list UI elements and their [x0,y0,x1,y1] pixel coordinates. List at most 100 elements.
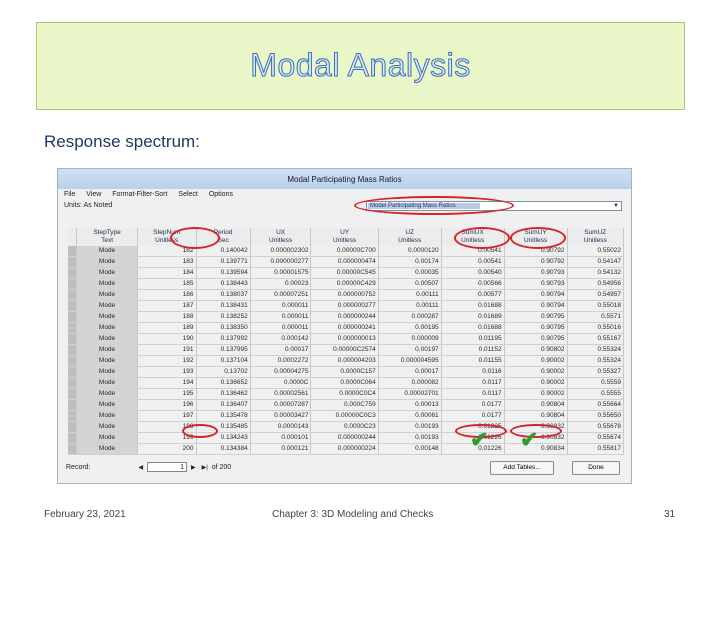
table-cell[interactable]: 0.0000C064 [310,377,379,389]
column-header-sumuz[interactable]: SumUZ Unitless [567,228,625,246]
table-cell[interactable]: 0.55324 [567,355,625,367]
menu-file[interactable]: File [64,191,75,198]
table-cell[interactable]: 0.000004203 [310,355,379,367]
table-cell[interactable]: 0.000002302 [250,246,312,257]
table-cell[interactable]: 0.139771 [196,256,251,268]
table-cell[interactable]: 0.00566 [441,278,505,290]
table-cell[interactable]: 0.0177 [441,410,505,422]
table-cell[interactable]: 0.54956 [567,278,625,290]
row-selector[interactable] [68,289,78,301]
table-cell[interactable]: 0.90792 [504,256,568,268]
table-cell[interactable]: 0.90002 [504,355,568,367]
table-cell[interactable]: 197 [137,410,197,422]
table-row[interactable]: Mode 185 0.138443 0.00023 0.00000C429 0.00507… [68,278,625,290]
table-cell[interactable]: 0.000121 [250,443,312,455]
table-cell[interactable]: 0.0002272 [250,355,312,367]
column-header-ux[interactable]: UX Unitless [250,228,312,246]
row-selector[interactable] [68,355,78,367]
column-header-uy[interactable]: UY Unitless [310,228,379,246]
table-cell[interactable]: 0.90795 [504,333,568,345]
table-cell[interactable]: 0.137104 [196,355,251,367]
table-cell[interactable]: 0.00002561 [250,388,312,400]
table-cell[interactable]: 0.90794 [504,289,568,301]
table-cell[interactable]: Mode [76,388,138,400]
menu-select[interactable]: Select [178,191,197,198]
table-cell[interactable]: 0.00003427 [250,410,312,422]
table-cell[interactable]: 0.135478 [196,410,251,422]
row-selector[interactable] [68,432,78,444]
table-cell[interactable]: 0.90795 [504,311,568,323]
table-cell[interactable]: 0.55167 [567,333,625,345]
table-cell[interactable]: 0.000000224 [310,443,379,455]
table-cell[interactable]: 0.0000C157 [310,366,379,378]
table-cell[interactable]: 187 [137,300,197,312]
table-cell[interactable]: 0.90002 [504,366,568,378]
table-row[interactable]: Mode 187 0.138431 0.000011 0.000000277 0.0011… [68,300,625,312]
table-cell[interactable]: 185 [137,278,197,290]
table-cell[interactable]: 0.00111 [378,289,442,301]
table-cell[interactable]: 0.90804 [504,399,568,411]
table-cell[interactable]: Mode [76,256,138,268]
table-cell[interactable]: 0.90002 [504,377,568,389]
table-row[interactable]: Mode 196 0.136407 0.00007287 0.000C759 0.0001… [68,399,625,411]
table-cell[interactable]: 0.000000752 [310,289,379,301]
table-cell[interactable]: 0.136407 [196,399,251,411]
table-cell[interactable]: Mode [76,410,138,422]
table-cell[interactable]: 0.55324 [567,344,625,356]
table-cell[interactable]: 0.000000277 [310,300,379,312]
table-cell[interactable]: 0.000000244 [310,311,379,323]
row-selector[interactable] [68,443,78,455]
table-cell[interactable]: 0.00013 [378,399,442,411]
row-selector[interactable] [68,256,78,268]
table-cell[interactable]: 0.54957 [567,289,625,301]
row-selector[interactable] [68,410,78,422]
table-cell[interactable]: 186 [137,289,197,301]
table-cell[interactable]: 0.54147 [567,256,625,268]
table-cell[interactable]: 0.01155 [441,355,505,367]
table-cell[interactable]: 0.138443 [196,278,251,290]
table-cell[interactable]: 188 [137,311,197,323]
table-cell[interactable]: 0.0000C23 [310,421,379,433]
table-cell[interactable]: 0.55022 [567,246,625,257]
table-cell[interactable]: 196 [137,399,197,411]
table-cell[interactable]: 0.00193 [378,432,442,444]
row-selector[interactable] [68,388,78,400]
table-cell[interactable]: 0.0000120 [378,246,442,257]
prev-record-icon[interactable]: ◀ [138,461,143,475]
table-cell[interactable]: 0.00193 [378,421,442,433]
table-cell[interactable]: 200 [137,443,197,455]
row-selector[interactable] [68,278,78,290]
table-cell[interactable]: 0.0000C0C4 [310,388,379,400]
row-selector[interactable] [68,421,78,433]
table-cell[interactable]: 190 [137,333,197,345]
table-cell[interactable]: 0.00000C700 [310,246,379,257]
table-cell[interactable]: Mode [76,333,138,345]
table-cell[interactable]: 0.00017 [378,366,442,378]
table-cell[interactable]: 0.00197 [378,344,442,356]
table-row[interactable]: Mode 194 0.136652 0.0000C 0.0000C064 0.000082… [68,377,625,389]
table-cell[interactable]: 0.00000C2574 [310,344,379,356]
table-cell[interactable]: 0.00002701 [378,388,442,400]
table-cell[interactable]: 0.01195 [441,333,505,345]
table-cell[interactable]: 0.90793 [504,267,568,279]
table-cell[interactable]: 0.5571 [567,311,625,323]
table-cell[interactable]: Mode [76,421,138,433]
table-cell[interactable]: 0.00001575 [250,267,312,279]
table-cell[interactable]: Mode [76,322,138,334]
table-cell[interactable]: 0.000142 [250,333,312,345]
table-cell[interactable]: 0.00577 [441,289,505,301]
chevron-down-icon[interactable]: ▼ [613,202,619,211]
table-cell[interactable]: 0.00000C545 [310,267,379,279]
table-cell[interactable]: 189 [137,322,197,334]
table-cell[interactable]: 194 [137,377,197,389]
table-cell[interactable]: 0.5559 [567,377,625,389]
done-button[interactable]: Done [572,461,620,475]
table-row[interactable]: Mode 195 0.136462 0.00002561 0.0000C0C4 0.000… [68,388,625,400]
table-cell[interactable]: 0.000101 [250,432,312,444]
row-selector[interactable] [68,344,78,356]
table-cell[interactable]: 0.55664 [567,399,625,411]
table-cell[interactable]: 0.000C759 [310,399,379,411]
row-selector[interactable] [68,322,78,334]
table-cell[interactable]: 0.00061 [378,410,442,422]
table-cell[interactable]: 0.0117 [441,388,505,400]
